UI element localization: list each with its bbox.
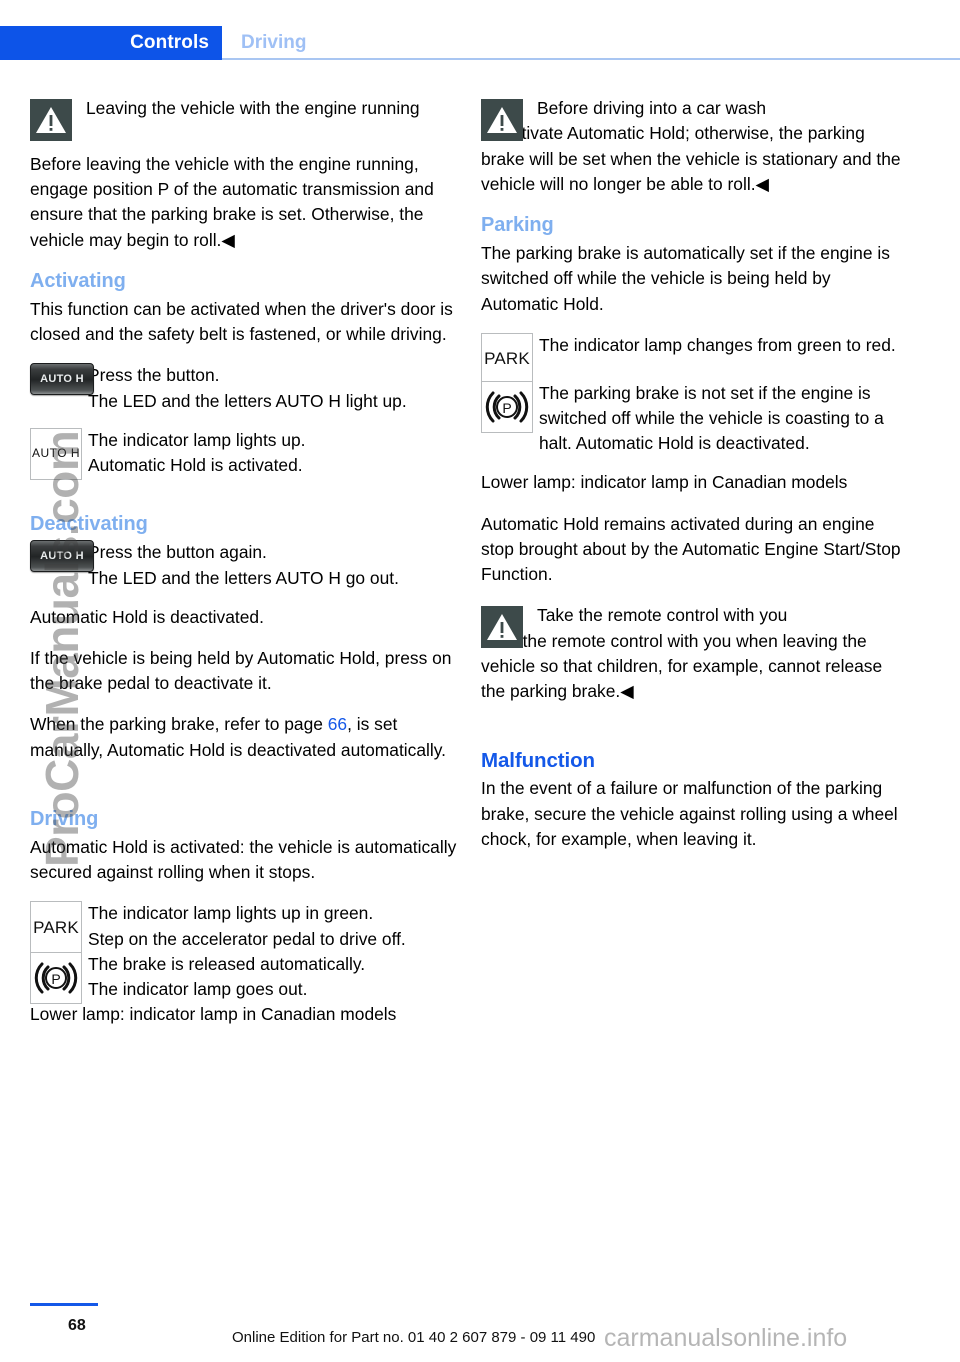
- warning-body-first-line: [537, 628, 911, 653]
- auto-h-button-symbol: AUTO H: [30, 540, 94, 573]
- header-divider: [222, 58, 960, 60]
- step-line-1: The parking brake is not set if the engi…: [539, 382, 884, 454]
- heading-driving: Driving: [30, 807, 99, 830]
- warning-title: Before driving into a car wash: [537, 98, 767, 118]
- warning-block-engine-running: Leaving the vehicle with the engine runn…: [30, 96, 460, 144]
- warning-triangle-icon: [481, 99, 523, 141]
- activating-intro: This function can be activated when the …: [30, 299, 453, 345]
- step-line-1: The indicator lamp lights up.: [88, 429, 306, 450]
- page-reference-link[interactable]: 66: [328, 714, 347, 734]
- auto-h-lamp-label: AUTO H: [31, 446, 81, 461]
- step-park-lamp-green-to-red: PARK The indicator lamp changes from gre…: [481, 332, 911, 385]
- warning-body-first-line: [537, 121, 911, 146]
- page-number: 68: [68, 1317, 86, 1334]
- breadcrumb-section-controls[interactable]: Controls: [0, 26, 222, 60]
- warning-body: Before leaving the vehicle with the engi…: [30, 154, 434, 250]
- svg-text:P: P: [51, 971, 60, 987]
- step-line-2: The indicator lamp goes out.: [88, 979, 308, 1000]
- auto-h-button-label: AUTO H: [40, 549, 84, 562]
- deactivating-para-1: Automatic Hold is deactivated.: [30, 606, 264, 627]
- parking-canadian-note: Lower lamp: indicator lamp in Canadian m…: [481, 472, 848, 493]
- auto-h-button-symbol: AUTO H: [30, 363, 94, 396]
- parking-brake-p-lamp-symbol: P: [481, 380, 533, 433]
- step-brake-not-set: P The parking brake is not set if the en…: [481, 380, 911, 457]
- edition-info: Online Edition for Part no. 01 40 2 607 …: [232, 1329, 596, 1346]
- step-line-1: Press the button.: [88, 365, 220, 386]
- deactivating-para-2: If the vehicle is being held by Automati…: [30, 648, 452, 694]
- deactivating-para-3: When the parking brake, refer to page 66…: [30, 712, 460, 762]
- parking-brake-p-lamp-symbol: P: [30, 951, 82, 1004]
- warning-block-remote-control: Take the remote control with you: [481, 603, 911, 653]
- deactivating-para-3-before: When the parking brake, refer to page: [30, 714, 328, 735]
- driving-canadian-note: Lower lamp: indicator lamp in Canadian m…: [30, 1004, 397, 1025]
- step-line-2: Automatic Hold is activated.: [88, 455, 303, 476]
- step-line-2: The LED and the letters AUTO H light up.: [88, 390, 407, 411]
- warning-title: Take the remote control with you: [537, 605, 788, 626]
- step-line-1: The brake is released automatically.: [88, 954, 366, 975]
- heading-malfunction: Malfunction: [481, 749, 595, 773]
- parking-intro: The parking brake is automatically set i…: [481, 243, 890, 314]
- step-press-button: AUTO H Press the button. The LED and the…: [30, 363, 460, 413]
- step-line-2: The LED and the letters AUTO H go out.: [88, 567, 399, 588]
- step-indicator-lamp-on: AUTO H The indicator lamp lights up. Aut…: [30, 427, 460, 480]
- step-press-button-again: AUTO H Press the button again. The LED a…: [30, 540, 460, 590]
- warning-triangle-icon: [30, 99, 72, 141]
- footer-divider: [30, 1303, 98, 1306]
- step-line-1: The indicator lamp changes from green to…: [539, 334, 896, 355]
- step-line-1: The indicator lamp lights up in green.: [88, 903, 374, 924]
- malfunction-body: In the event of a failure or malfunction…: [481, 778, 898, 849]
- breadcrumb-section-driving[interactable]: Driving: [241, 26, 306, 60]
- driving-intro: Automatic Hold is activated: the vehicle…: [30, 837, 457, 883]
- right-column: Before driving into a car wash Deactivat…: [481, 96, 911, 868]
- warning-triangle-icon: [481, 606, 523, 649]
- heading-activating: Activating: [30, 269, 126, 292]
- auto-h-button-label: AUTO H: [40, 372, 84, 385]
- park-indicator-lamp-symbol: PARK: [481, 332, 533, 385]
- auto-h-indicator-lamp-symbol: AUTO H: [30, 427, 82, 480]
- heading-deactivating: Deactivating: [30, 513, 148, 536]
- page-header: Controls Driving: [0, 26, 960, 60]
- watermark-footer: carmanualsonline.info: [604, 1324, 848, 1352]
- warning-title: Leaving the vehicle with the engine runn…: [86, 98, 420, 118]
- step-line-1: Press the button again.: [88, 542, 267, 563]
- heading-parking: Parking: [481, 214, 554, 237]
- parking-engine-stop-note: Automatic Hold remains activated during …: [481, 513, 901, 585]
- svg-text:P: P: [502, 400, 511, 416]
- left-column: Leaving the vehicle with the engine runn…: [30, 96, 460, 1044]
- step-brake-released: P The brake is released automatically. T…: [30, 927, 460, 1004]
- park-lamp-label: PARK: [484, 349, 530, 369]
- warning-block-car-wash: Before driving into a car wash: [481, 96, 911, 146]
